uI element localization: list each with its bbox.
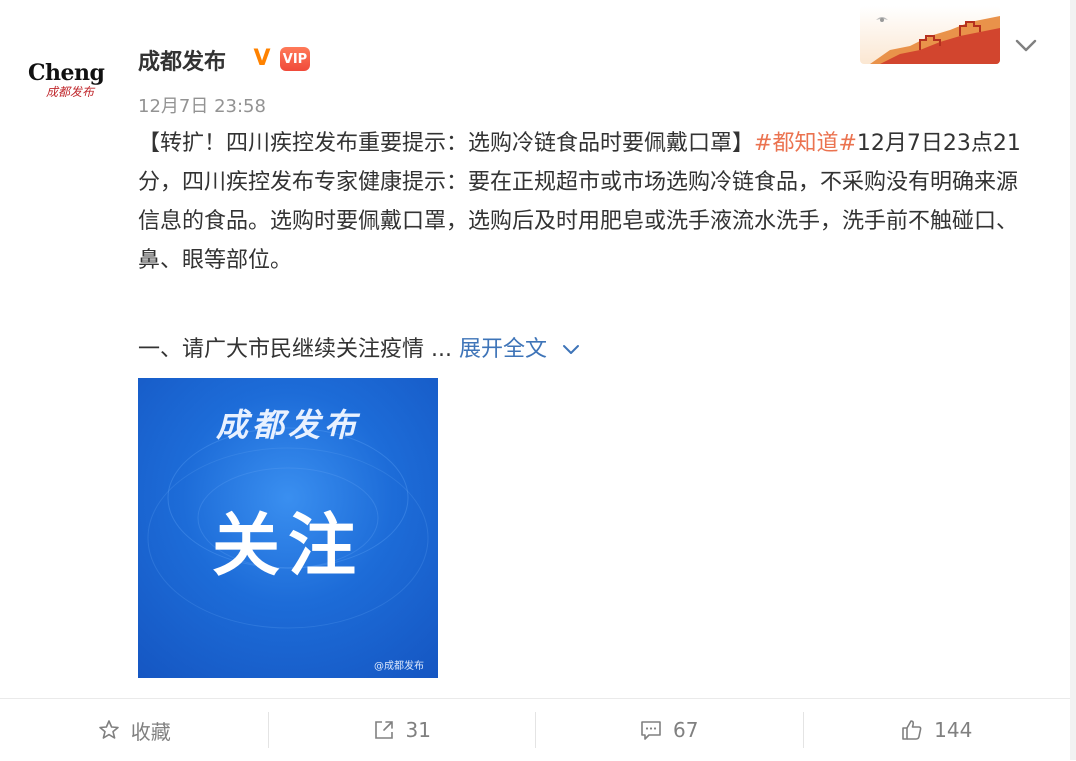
avatar-logo-subtext: 成都发布 <box>46 85 95 99</box>
post-image[interactable]: 成都发布 关注 @成都发布 <box>138 378 438 678</box>
post-action-toolbar: 收藏 31 67 144 <box>0 698 1070 761</box>
share-icon <box>374 721 393 739</box>
post-text: 【转扩！四川疾控发布重要提示：选购冷链食品时要佩戴口罩】#都知道#12月7日23… <box>138 124 1038 280</box>
avatar-logo-text: Cheng <box>28 60 105 86</box>
post-menu-button[interactable] <box>1008 30 1044 62</box>
post-title-text: 【转扩！四川疾控发布重要提示：选购冷链食品时要佩戴口罩】 <box>138 131 755 156</box>
expand-full-text-link[interactable]: 展开全文 <box>459 337 580 362</box>
comment-icon <box>641 721 661 740</box>
weibo-post-card: Cheng 成都发布 成都发布 V VIP 12月7日 23:58 【转扩！四川… <box>0 0 1076 760</box>
member-badge[interactable]: VIP <box>280 47 310 71</box>
chevron-down-icon <box>563 345 579 354</box>
post-time[interactable]: 12月7日 23:58 <box>138 92 266 118</box>
topic-link[interactable]: #都知道# <box>754 131 857 156</box>
user-name[interactable]: 成都发布 <box>138 44 226 76</box>
avatar[interactable]: Cheng 成都发布 <box>28 50 120 110</box>
image-watermark: @成都发布 <box>374 661 424 672</box>
comment-count: 67 <box>673 718 699 742</box>
chevron-down-icon <box>1015 39 1037 52</box>
image-script-title: 成都发布 <box>215 406 360 444</box>
post-teaser: 一、请广大市民继续关注疫情 ... 展开全文 <box>138 331 580 363</box>
expand-label: 展开全文 <box>458 337 547 362</box>
star-icon <box>98 720 119 739</box>
teaser-text: 一、请广大市民继续关注疫情 ... <box>138 337 452 362</box>
comment-button[interactable]: 67 <box>535 710 803 750</box>
thumbs-up-icon <box>902 720 922 740</box>
favorite-label: 收藏 <box>130 719 171 744</box>
great-wall-banner <box>860 6 1000 64</box>
like-count: 144 <box>934 718 973 742</box>
repost-count: 31 <box>405 718 431 742</box>
verified-badge[interactable]: V <box>250 46 274 71</box>
image-main-title: 关注 <box>211 507 364 586</box>
like-button[interactable]: 144 <box>802 710 1071 750</box>
scrollbar[interactable] <box>1070 0 1076 760</box>
favorite-button[interactable]: 收藏 <box>0 710 268 750</box>
repost-button[interactable]: 31 <box>267 710 536 750</box>
